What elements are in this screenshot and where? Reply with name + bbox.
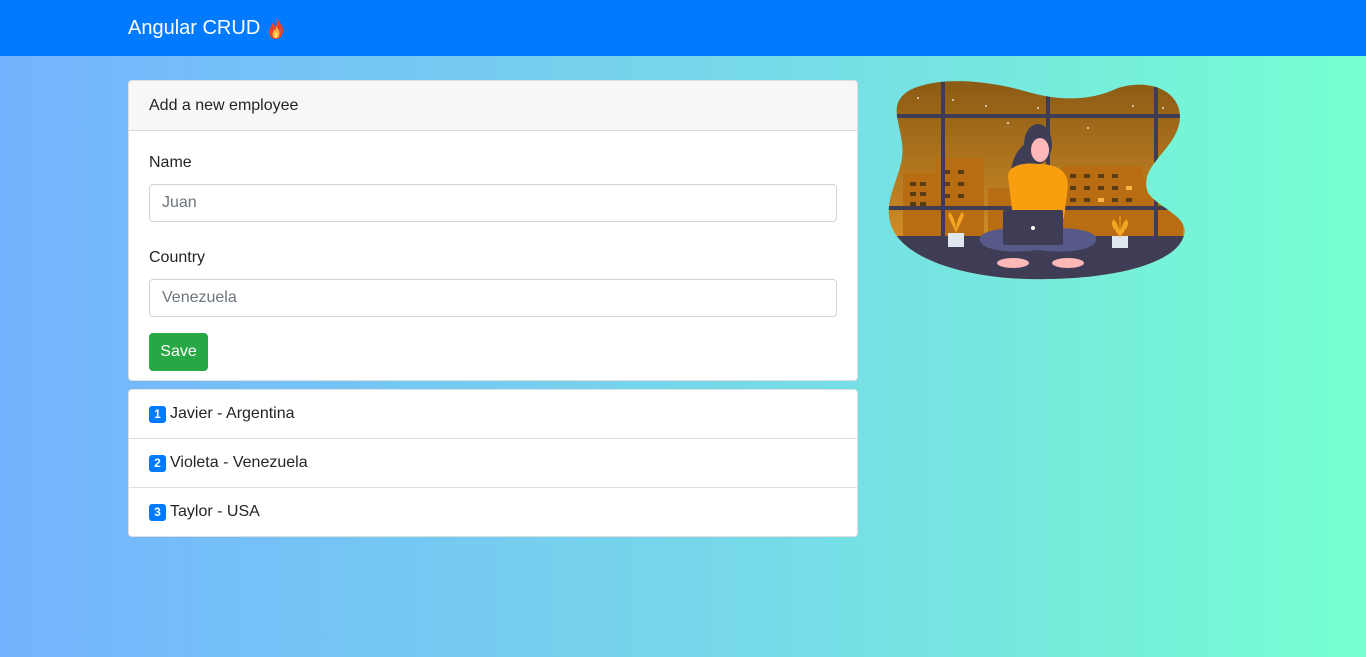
name-input[interactable] [149,184,837,222]
list-item[interactable]: 3 Taylor - USA [129,488,857,536]
brand-link[interactable]: Angular CRUD [128,16,286,40]
id-badge: 1 [149,405,166,423]
list-item[interactable]: 1 Javier - Argentina [129,390,857,439]
navbar: Angular CRUD [0,0,1366,56]
employee-list: 1 Javier - Argentina 2 Violeta - Venezue… [128,389,858,537]
woman-working-laptop-illustration [888,81,1185,280]
card-header: Add a new employee [129,81,857,131]
add-employee-card: Add a new employee Name Country Save [128,80,858,381]
brand-title: Angular CRUD [128,17,261,39]
employee-text: Javier - Argentina [170,405,295,422]
employee-text: Taylor - USA [170,503,260,520]
flame-icon [269,17,284,39]
list-item[interactable]: 2 Violeta - Venezuela [129,439,857,488]
card-body: Name Country Save [129,131,857,380]
id-badge: 3 [149,503,166,521]
country-input[interactable] [149,279,837,317]
employee-text: Violeta - Venezuela [170,454,308,471]
save-button[interactable]: Save [149,333,208,371]
name-label: Name [149,154,192,171]
id-badge: 2 [149,454,166,472]
country-label: Country [149,249,206,266]
